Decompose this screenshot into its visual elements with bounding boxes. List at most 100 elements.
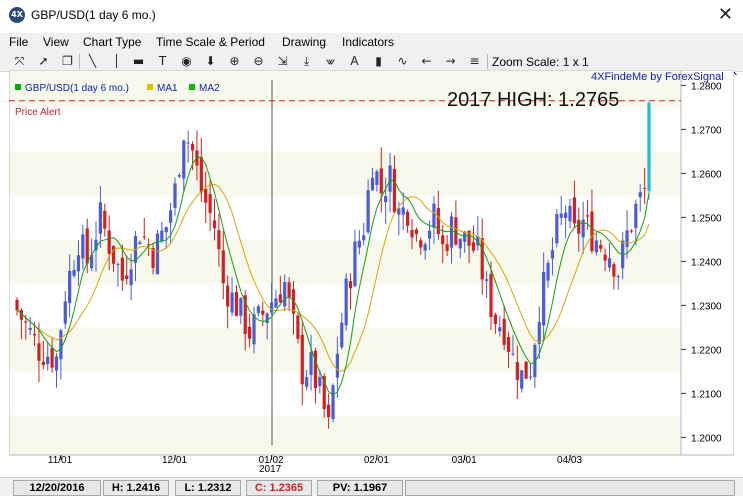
candle-body bbox=[480, 238, 484, 280]
zoom-in-icon[interactable]: ⊕ bbox=[226, 53, 243, 70]
cursor-icon[interactable]: ➚ bbox=[35, 53, 52, 70]
candle-body bbox=[594, 240, 598, 253]
candle-body bbox=[603, 254, 607, 261]
candle-body bbox=[300, 334, 304, 385]
app-logo-icon: 4X bbox=[9, 7, 25, 23]
toolbar: ⤧ ➚ ❐ ╲ │ ▬ T ◉ ⬇ ⊕ ⊖ ⇲ ⤓ ⩖ A ▮ ∿ ← → ≡ … bbox=[0, 52, 743, 72]
close-window-icon[interactable]: ✕ bbox=[718, 3, 733, 25]
y-tick-label: 1.2100 bbox=[691, 389, 722, 400]
toolbar-separator bbox=[79, 54, 80, 69]
vertical-line-icon[interactable]: │ bbox=[108, 53, 125, 70]
list-icon[interactable]: ≡ bbox=[466, 53, 483, 70]
toolbar-separator bbox=[487, 54, 488, 69]
horizontal-line-icon[interactable]: ▬ bbox=[130, 53, 147, 70]
candle-body bbox=[427, 230, 432, 239]
candle-body bbox=[353, 241, 357, 287]
candle-body bbox=[63, 301, 67, 324]
copy-icon[interactable]: ❐ bbox=[59, 53, 76, 70]
candle-body bbox=[68, 270, 72, 304]
candle-body bbox=[524, 361, 528, 379]
candle-body bbox=[169, 210, 173, 223]
candle-body bbox=[445, 244, 449, 252]
down-arrow-icon[interactable]: ⬇ bbox=[202, 53, 219, 70]
candle-body bbox=[239, 298, 243, 316]
candle-body bbox=[234, 291, 239, 316]
price-chart[interactable]: 1.2800 1.2700 1.2600 1.2500 1.2400 1.2300 1.22… bbox=[8, 69, 735, 475]
price-alert-label: Price Alert bbox=[15, 107, 61, 118]
candle-body bbox=[98, 202, 102, 234]
candle-body bbox=[208, 194, 212, 213]
candle-body bbox=[432, 203, 436, 228]
wave-icon[interactable]: ∿ bbox=[394, 53, 411, 70]
legend-swatch bbox=[147, 84, 153, 90]
candle-body bbox=[612, 264, 616, 277]
candle-body bbox=[344, 278, 348, 326]
candle-body bbox=[186, 142, 190, 144]
candle-body bbox=[212, 220, 217, 229]
candle-body bbox=[76, 255, 81, 272]
candle-body bbox=[327, 404, 331, 418]
menu-view[interactable]: View bbox=[43, 35, 69, 49]
menu-chart-type[interactable]: Chart Type bbox=[83, 35, 141, 49]
menu-indicators[interactable]: Indicators bbox=[342, 35, 394, 49]
candle-body bbox=[50, 348, 54, 368]
candle-body bbox=[634, 203, 638, 228]
y-tick-label: 1.2700 bbox=[691, 125, 722, 136]
candle-body bbox=[485, 279, 489, 281]
candle-body bbox=[142, 236, 146, 238]
candle-body bbox=[256, 306, 260, 314]
candle-body bbox=[318, 377, 322, 387]
candle-body bbox=[151, 248, 155, 268]
candle-body bbox=[283, 282, 287, 307]
left-arrow-icon[interactable]: ← bbox=[418, 53, 435, 70]
y-tick-label: 1.2400 bbox=[691, 257, 722, 268]
candle-body bbox=[414, 229, 418, 235]
legend-swatch bbox=[15, 84, 21, 90]
title-bar: 4X GBP/USD(1 day 6 mo.) ✕ bbox=[0, 0, 743, 31]
candle-body bbox=[160, 230, 164, 241]
target-icon[interactable]: ◉ bbox=[178, 53, 195, 70]
bar-chart-icon[interactable]: ▮ bbox=[370, 53, 387, 70]
candle-body bbox=[537, 321, 541, 344]
right-arrow-icon[interactable]: → bbox=[442, 53, 459, 70]
candle-body bbox=[24, 321, 28, 323]
candle-body bbox=[436, 208, 440, 235]
candle-body bbox=[190, 143, 195, 151]
y-tick-label: 1.2800 bbox=[691, 81, 722, 92]
candle-body bbox=[129, 269, 133, 286]
fit-icon[interactable]: ⇲ bbox=[274, 53, 291, 70]
chart-a-icon[interactable]: A bbox=[346, 53, 363, 70]
candle-body bbox=[81, 234, 85, 259]
bottom-align-icon[interactable]: ⤓ bbox=[298, 53, 315, 70]
candle-body bbox=[335, 353, 339, 378]
zoom-out-icon[interactable]: ⊖ bbox=[250, 53, 267, 70]
candle-body bbox=[54, 356, 59, 371]
menu-drawing[interactable]: Drawing bbox=[282, 35, 326, 49]
candle-body bbox=[357, 240, 361, 248]
candle-body bbox=[125, 275, 129, 279]
x-tick-label: 12/01 bbox=[162, 455, 187, 466]
trendline-icon[interactable]: ╲ bbox=[84, 53, 101, 70]
candle-body bbox=[366, 190, 370, 233]
candle-body bbox=[221, 250, 225, 284]
candle-body bbox=[287, 282, 291, 298]
chart-canvas[interactable]: 1.2800 1.2700 1.2600 1.2500 1.2400 1.2300 1.22… bbox=[8, 69, 735, 475]
text-icon[interactable]: T bbox=[154, 53, 171, 70]
candle-body bbox=[498, 327, 502, 332]
candle-body bbox=[542, 271, 546, 326]
menu-file[interactable]: File bbox=[9, 35, 28, 49]
crosshair-icon[interactable]: ⤧ bbox=[11, 53, 28, 70]
x-axis-ticks: 11/01 12/01 01/02 02/01 03/01 04/03 bbox=[48, 455, 582, 466]
legend-ma1: MA1 bbox=[157, 83, 178, 94]
menu-time-scale-period[interactable]: Time Scale & Period bbox=[156, 35, 265, 49]
candle-body bbox=[309, 352, 313, 375]
candle-body bbox=[252, 314, 256, 345]
candle-body bbox=[528, 376, 533, 378]
candle-body bbox=[555, 214, 559, 244]
candle-body bbox=[625, 230, 629, 247]
candle-body bbox=[559, 213, 563, 218]
candle-body bbox=[441, 235, 445, 245]
candle-body bbox=[423, 244, 427, 251]
candle-body bbox=[177, 175, 181, 177]
indicator-a-icon[interactable]: ⩖ bbox=[322, 53, 339, 70]
